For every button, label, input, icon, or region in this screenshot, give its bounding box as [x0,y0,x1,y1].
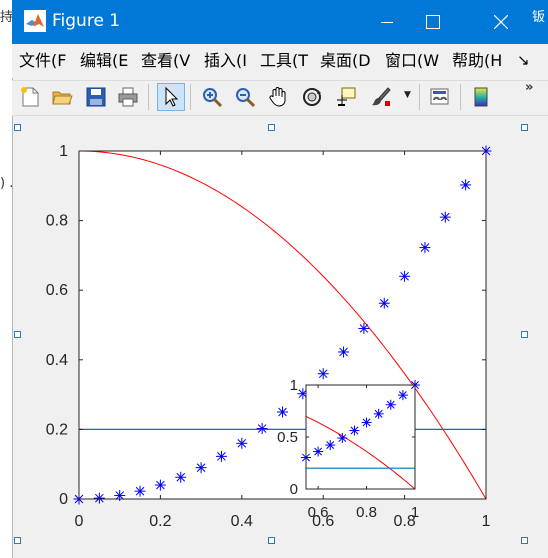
y-tick-label: 0 [59,491,68,508]
x-tick-label: 0.2 [149,513,171,530]
y-tick-label: 0.4 [46,352,68,369]
data-point-asterisk [361,417,372,428]
x-tick-label: 0.8 [356,504,377,521]
data-point-asterisk [317,368,329,380]
data-point-asterisk [397,390,408,401]
data-point-asterisk [325,440,336,451]
y-tick-label: 0 [290,481,298,498]
y-tick-label: 1 [290,377,298,394]
x-tick-label: 1 [411,504,419,521]
data-point-asterisk [337,433,348,444]
data-point-asterisk [154,479,166,491]
y-tick-label: 1 [59,143,68,160]
data-point-asterisk [134,485,146,497]
plot-area [79,151,486,499]
data-point-asterisk [460,179,472,191]
y-tick-label: 0.2 [46,421,68,438]
x-tick-label: 1 [482,513,491,530]
data-point-asterisk [378,297,390,309]
y-tick-label: 0.6 [46,282,68,299]
data-point-asterisk [277,406,288,418]
data-point-asterisk [93,492,105,504]
plot-svg: 0 0.2 0.4 0.6 0.8 1 0 0.2 0.4 0.6 0.8 10.6 0.8 1 0 0.5 1 [46,143,492,530]
data-point-asterisk [175,471,187,483]
data-point-asterisk [385,399,396,410]
data-point-asterisk [338,346,350,358]
data-point-asterisk [419,242,431,254]
data-point-asterisk [313,446,324,457]
y-tick-label: 0.8 [46,213,68,230]
x-tick-label: 0.4 [231,513,253,530]
data-point-asterisk [349,425,360,436]
data-point-asterisk [358,322,370,334]
y-tick-label: 0.5 [277,429,298,446]
data-point-asterisk [195,462,207,474]
plot-area [306,385,415,489]
data-point-asterisk [399,270,411,282]
data-point-asterisk [439,211,451,223]
main-axes: 0 0.2 0.4 0.6 0.8 1 0 0.2 0.4 0.6 0.8 1 [46,143,492,530]
x-tick-label: 0.6 [308,504,329,521]
data-point-asterisk [236,437,248,449]
data-point-asterisk [256,423,268,435]
data-point-asterisk [373,408,384,419]
data-point-asterisk [215,450,227,462]
x-tick-label: 0 [75,513,84,530]
